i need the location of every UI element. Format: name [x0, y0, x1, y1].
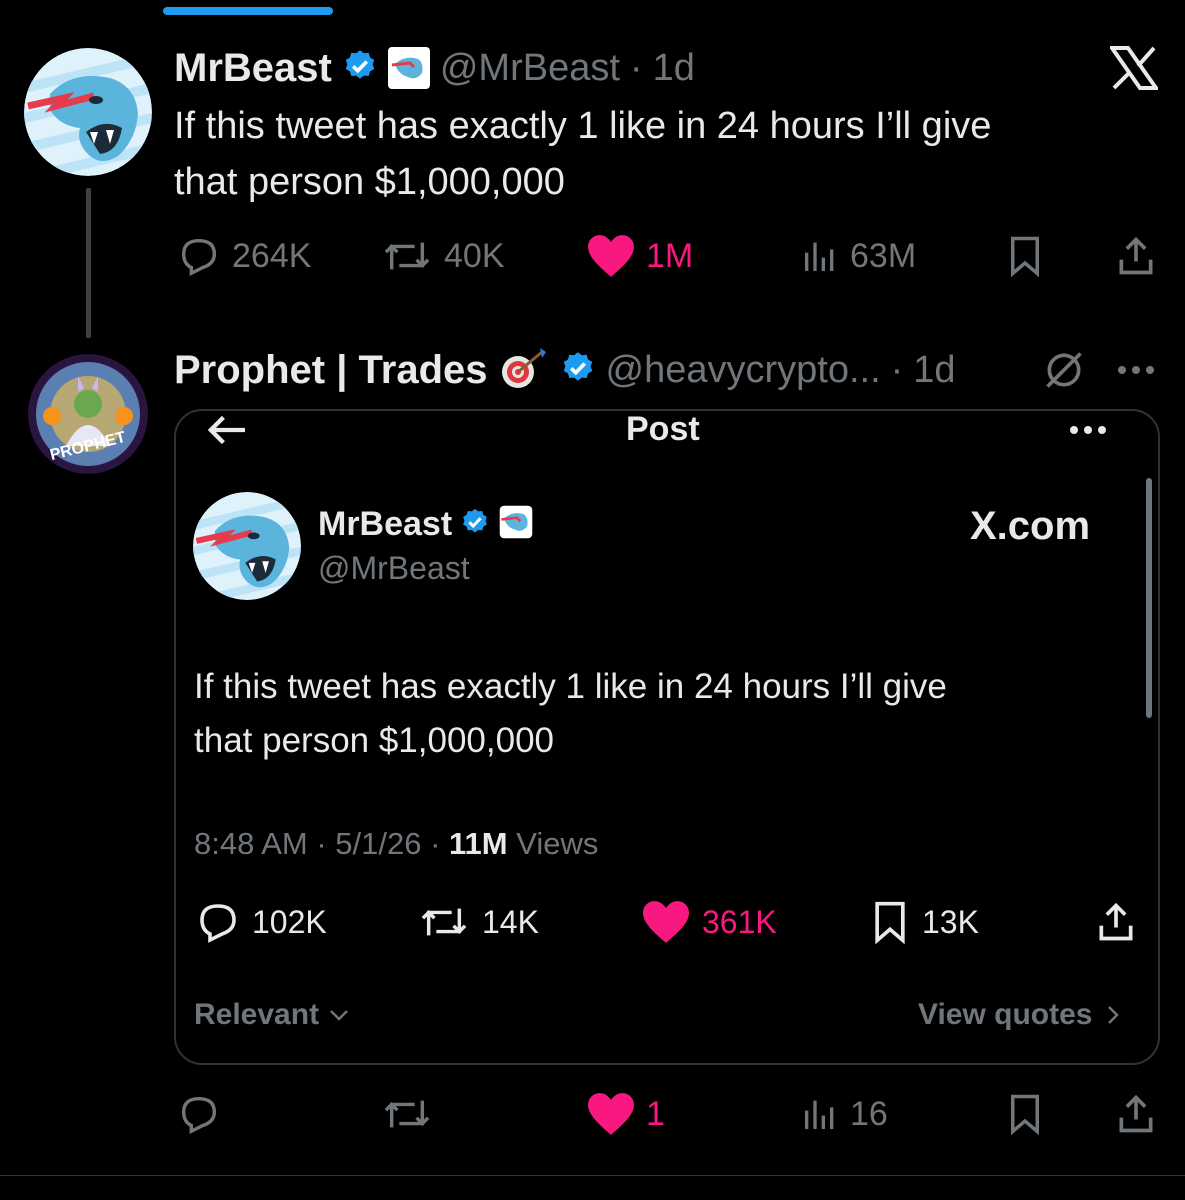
more-icon[interactable]	[1114, 360, 1158, 385]
share-icon	[1119, 1094, 1153, 1133]
card-scrollbar[interactable]	[1146, 478, 1152, 718]
like-button[interactable]: 1M	[586, 232, 693, 280]
bookmark-button[interactable]	[1004, 234, 1046, 283]
views-icon	[805, 242, 834, 271]
retweet-icon	[384, 242, 430, 270]
retweet-button[interactable]: 40K	[380, 232, 505, 280]
share-icon	[1119, 236, 1153, 275]
separator-dot: ·	[629, 46, 643, 89]
retweet-icon	[421, 908, 467, 936]
tab-indicator	[163, 7, 333, 15]
bookmark-button[interactable]	[1004, 1092, 1046, 1141]
retweet-button[interactable]	[380, 1090, 434, 1138]
card-retweet-count: 14K	[482, 903, 539, 940]
reply-button[interactable]	[176, 1090, 222, 1138]
card-tweet-text-line1: If this tweet has exactly 1 like in 24 h…	[194, 667, 947, 706]
grok-icon[interactable]	[1042, 348, 1086, 397]
main-tweet-header: MrBeast @MrBeast · 1d	[174, 44, 695, 92]
affiliate-badge-icon	[387, 47, 430, 89]
card-views-label: Views	[507, 826, 599, 861]
card-tweet-text-line2: that person $1,000,000	[194, 721, 555, 760]
card-like-count: 361K	[702, 903, 777, 940]
author-name[interactable]: MrBeast	[174, 46, 332, 91]
heart-icon	[588, 235, 634, 277]
views-count: 63M	[850, 236, 917, 275]
like-button[interactable]: 1	[586, 1090, 665, 1138]
reply-icon	[200, 904, 236, 943]
reply-count: 264K	[232, 236, 312, 275]
card-author-handle: @MrBeast	[318, 550, 470, 586]
reply-tweet-header: Prophet | Trades @heavycrypto... · 1d	[174, 344, 956, 396]
bookmark-icon	[875, 901, 905, 945]
card-meta: 8:48 AM · 5/1/26 · 11M Views	[194, 826, 598, 862]
prophet-avatar[interactable]: PROPHET	[28, 354, 148, 474]
main-tweet-text-line1: If this tweet has exactly 1 like in 24 h…	[174, 105, 992, 147]
like-count: 1M	[646, 236, 694, 275]
views-button[interactable]: 16	[800, 1090, 888, 1138]
card-like-button: 361K	[640, 898, 777, 946]
separator-dot: ·	[890, 348, 904, 391]
bookmark-icon	[1011, 1094, 1039, 1136]
view-quotes-label: View quotes	[918, 998, 1093, 1031]
share-icon	[1099, 902, 1133, 941]
thread-line	[86, 188, 91, 338]
reply-icon	[181, 1096, 217, 1135]
reply-time[interactable]: 1d	[913, 349, 955, 392]
more-icon[interactable]	[1066, 420, 1110, 445]
reply-button[interactable]: 264K	[176, 232, 311, 280]
card-views-count: 11M	[449, 826, 508, 861]
card-tweet-text: If this tweet has exactly 1 like in 24 h…	[194, 660, 1134, 768]
like-count: 1	[646, 1094, 665, 1133]
chevron-right-icon	[1107, 1006, 1119, 1024]
tweet-divider	[0, 1175, 1185, 1176]
mrbeast-avatar[interactable]	[24, 48, 152, 176]
card-sort-dropdown: Relevant	[194, 998, 351, 1032]
card-reply-button: 102K	[194, 898, 327, 946]
card-site-label: X.com	[970, 504, 1091, 548]
card-bookmark-button: 13K	[868, 898, 979, 946]
views-count: 16	[850, 1094, 888, 1133]
card-author-name: MrBeast	[318, 505, 453, 543]
card-view-quotes: View quotes	[918, 998, 1125, 1032]
verified-icon	[342, 48, 378, 89]
target-emoji-icon	[498, 346, 550, 395]
card-bookmark-count: 13K	[922, 903, 979, 940]
post-header-title: Post	[626, 410, 700, 448]
main-tweet-text: If this tweet has exactly 1 like in 24 h…	[174, 98, 1134, 210]
tweet-time[interactable]: 1d	[653, 47, 695, 90]
card-author-row: MrBeast	[318, 504, 534, 545]
chevron-down-icon	[330, 1010, 348, 1021]
heart-icon	[588, 1093, 634, 1135]
reply-author-name[interactable]: Prophet | Trades	[174, 348, 488, 393]
card-reply-count: 102K	[252, 903, 327, 940]
views-button[interactable]: 63M	[800, 232, 916, 280]
views-icon	[805, 1100, 834, 1129]
verified-icon	[560, 350, 596, 391]
share-button[interactable]	[1114, 234, 1158, 283]
author-handle[interactable]: @MrBeast	[440, 47, 620, 90]
reply-icon	[181, 238, 217, 277]
mrbeast-avatar[interactable]	[193, 492, 301, 600]
bookmark-icon	[1011, 236, 1039, 278]
x-logo-icon[interactable]	[1108, 46, 1160, 90]
sort-label: Relevant	[194, 998, 320, 1031]
back-arrow-icon[interactable]	[204, 412, 250, 453]
main-tweet-text-line2: that person $1,000,000	[174, 161, 565, 203]
card-retweet-button: 14K	[416, 898, 539, 946]
retweet-count: 40K	[444, 236, 505, 275]
share-button[interactable]	[1114, 1092, 1158, 1141]
affiliate-badge-icon	[498, 504, 534, 545]
verified-icon	[460, 507, 490, 542]
retweet-icon	[384, 1100, 430, 1128]
heart-icon	[643, 901, 689, 943]
reply-author-handle[interactable]: @heavycrypto...	[606, 349, 881, 392]
card-share-button	[1094, 900, 1138, 949]
card-timestamp: 8:48 AM · 5/1/26 ·	[194, 826, 450, 861]
